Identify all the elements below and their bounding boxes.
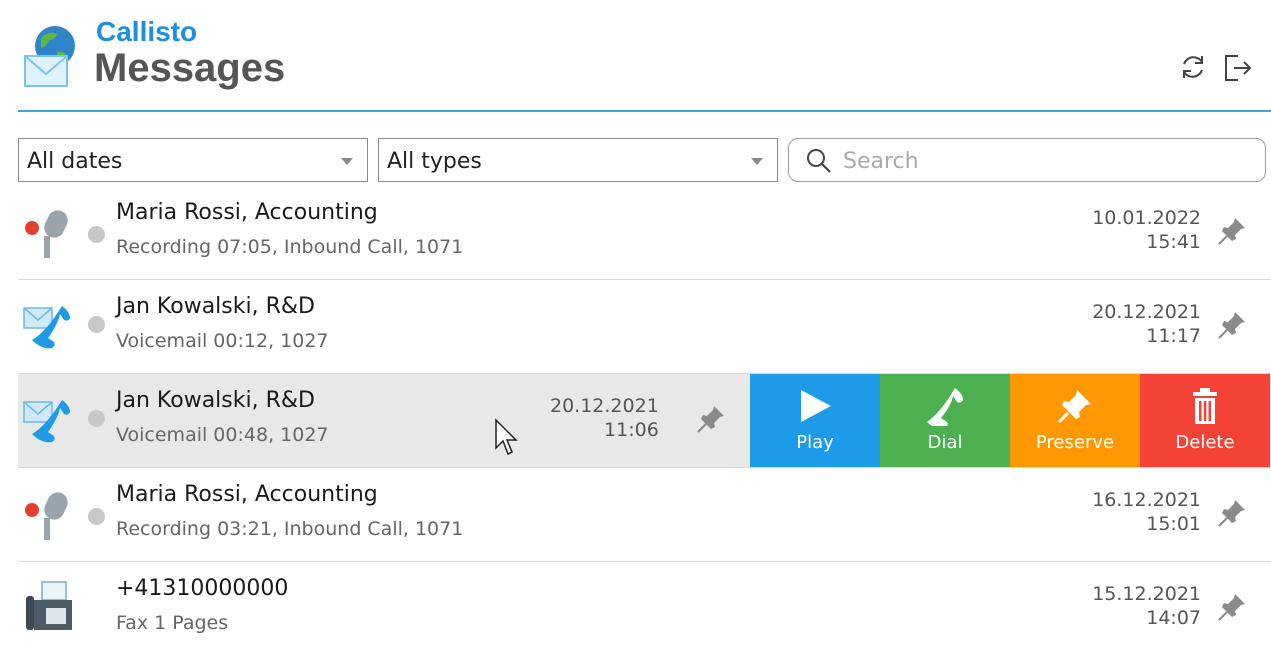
date-filter-select[interactable]: All dates bbox=[18, 138, 368, 182]
voicemail-icon bbox=[23, 400, 70, 443]
voicemail-icon bbox=[23, 306, 70, 349]
message-caller: Maria Rossi, Accounting bbox=[116, 200, 378, 225]
app-header: Callisto Messages bbox=[18, 0, 1271, 112]
pin-icon[interactable] bbox=[1215, 306, 1251, 342]
logout-icon bbox=[1225, 55, 1252, 81]
message-date: 10.01.2022 bbox=[1092, 207, 1201, 229]
phone-icon bbox=[927, 388, 963, 426]
type-filter-value: All types bbox=[387, 149, 482, 174]
message-row[interactable]: Jan Kowalski, R&D Voicemail 00:12, 1027 … bbox=[18, 280, 1271, 374]
message-timestamp: 10.01.2022 15:41 bbox=[1092, 206, 1201, 254]
mouse-cursor-icon bbox=[495, 418, 518, 456]
fax-icon bbox=[26, 581, 72, 630]
search-input[interactable] bbox=[841, 145, 1255, 177]
message-timestamp: 16.12.2021 15:01 bbox=[1092, 488, 1201, 536]
message-date: 20.12.2021 bbox=[550, 395, 659, 417]
play-button[interactable]: Play bbox=[750, 374, 880, 467]
dial-button[interactable]: Dial bbox=[880, 374, 1010, 467]
chevron-down-icon bbox=[751, 158, 763, 165]
message-row[interactable]: +41310000000 Fax 1 Pages 15.12.2021 14:0… bbox=[18, 562, 1271, 656]
unread-dot bbox=[88, 226, 105, 243]
page-title: Messages bbox=[94, 46, 286, 90]
message-time: 14:07 bbox=[1146, 607, 1201, 629]
delete-button[interactable]: Delete bbox=[1140, 374, 1270, 467]
message-caller: +41310000000 bbox=[116, 576, 289, 601]
preserve-label: Preserve bbox=[1035, 432, 1115, 453]
unread-dot bbox=[88, 316, 105, 333]
date-filter-value: All dates bbox=[27, 149, 123, 174]
pin-icon[interactable] bbox=[1215, 494, 1251, 530]
message-caller: Maria Rossi, Accounting bbox=[116, 482, 378, 507]
message-detail: Voicemail 00:48, 1027 bbox=[116, 424, 329, 446]
dial-label: Dial bbox=[927, 432, 963, 453]
unread-dot bbox=[88, 508, 105, 525]
message-detail: Recording 03:21, Inbound Call, 1071 bbox=[116, 518, 464, 540]
play-label: Play bbox=[796, 432, 834, 453]
message-row-selected[interactable]: Jan Kowalski, R&D Voicemail 00:48, 1027 … bbox=[18, 374, 1271, 468]
message-row[interactable]: Maria Rossi, Accounting Recording 03:21,… bbox=[18, 468, 1271, 562]
message-time: 11:06 bbox=[604, 419, 659, 441]
pin-icon[interactable] bbox=[1215, 212, 1251, 248]
pin-icon[interactable] bbox=[1215, 588, 1251, 624]
refresh-button[interactable] bbox=[1176, 48, 1210, 86]
delete-label: Delete bbox=[1175, 432, 1235, 453]
message-detail: Recording 07:05, Inbound Call, 1071 bbox=[116, 236, 464, 258]
microphone-icon bbox=[25, 492, 68, 540]
message-detail: Fax 1 Pages bbox=[116, 612, 229, 634]
message-date: 16.12.2021 bbox=[1092, 489, 1201, 511]
brand-name: Callisto bbox=[96, 16, 198, 47]
logout-button[interactable] bbox=[1220, 48, 1254, 86]
message-time: 11:17 bbox=[1146, 325, 1201, 347]
preserve-button[interactable]: Preserve bbox=[1010, 374, 1140, 467]
message-detail: Voicemail 00:12, 1027 bbox=[116, 330, 329, 352]
message-timestamp: 15.12.2021 14:07 bbox=[1092, 582, 1201, 630]
refresh-icon bbox=[1183, 56, 1203, 78]
microphone-icon bbox=[25, 210, 68, 258]
row-actions: Play Dial Preserve Delete bbox=[750, 374, 1270, 467]
unread-dot bbox=[88, 410, 105, 427]
search-icon bbox=[807, 149, 831, 173]
type-filter-select[interactable]: All types bbox=[378, 138, 778, 182]
play-icon bbox=[801, 390, 831, 422]
pin-icon[interactable] bbox=[694, 400, 730, 436]
message-caller: Jan Kowalski, R&D bbox=[116, 388, 315, 413]
pin-icon bbox=[1057, 390, 1091, 424]
message-date: 20.12.2021 bbox=[1092, 301, 1201, 323]
message-date: 15.12.2021 bbox=[1092, 583, 1201, 605]
message-time: 15:41 bbox=[1146, 231, 1201, 253]
trash-icon bbox=[1193, 388, 1217, 424]
chevron-down-icon bbox=[341, 158, 353, 165]
message-row[interactable]: Maria Rossi, Accounting Recording 07:05,… bbox=[18, 186, 1271, 280]
message-caller: Jan Kowalski, R&D bbox=[116, 294, 315, 319]
search-box bbox=[788, 138, 1266, 182]
message-timestamp: 20.12.2021 11:06 bbox=[550, 394, 659, 442]
message-time: 15:01 bbox=[1146, 513, 1201, 535]
message-timestamp: 20.12.2021 11:17 bbox=[1092, 300, 1201, 348]
callisto-logo-icon bbox=[24, 26, 75, 87]
